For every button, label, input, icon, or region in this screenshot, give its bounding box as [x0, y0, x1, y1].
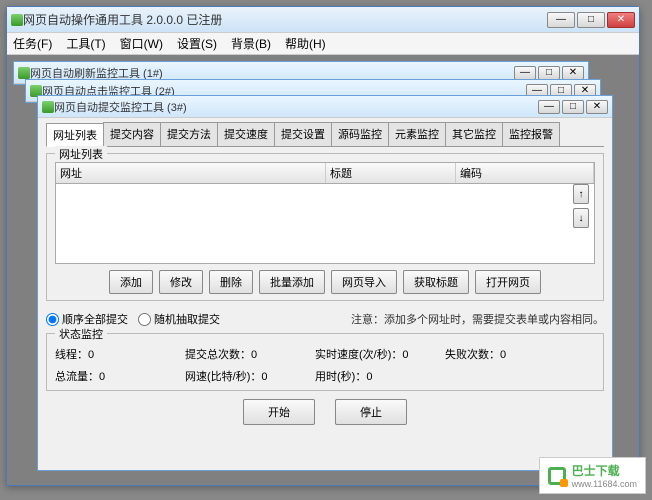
batch-add-button[interactable]: 批量添加 [259, 270, 325, 294]
radio-sequential-label: 顺序全部提交 [62, 311, 128, 327]
col-enc[interactable]: 编码 [456, 163, 594, 183]
menu-window[interactable]: 窗口(W) [120, 35, 163, 52]
status-group-title: 状态监控 [55, 326, 107, 342]
total-value: 0 [251, 349, 257, 361]
start-button[interactable]: 开始 [243, 399, 315, 425]
delete-button[interactable]: 删除 [209, 270, 253, 294]
child1-close[interactable]: ✕ [562, 66, 584, 80]
watermark: 巴士下载 www.11684.com [539, 457, 646, 494]
menu-task[interactable]: 任务(F) [13, 35, 52, 52]
tab-method[interactable]: 提交方法 [160, 122, 218, 146]
speed-label: 实时速度(次/秒)： [315, 349, 402, 361]
get-title-button[interactable]: 获取标题 [403, 270, 469, 294]
radio-random[interactable]: 随机抽取提交 [138, 311, 220, 327]
mdi-area: 网页自动刷新监控工具 (1#) — □ ✕ 网页自动点击监控工具 (2#) — … [7, 55, 639, 485]
main-window: 网页自动操作通用工具 2.0.0.0 已注册 — □ ✕ 任务(F) 工具(T)… [6, 6, 640, 486]
menu-background[interactable]: 背景(B) [231, 35, 271, 52]
open-url-button[interactable]: 打开网页 [475, 270, 541, 294]
edit-button[interactable]: 修改 [159, 270, 203, 294]
traffic-value: 0 [99, 371, 105, 383]
child3-minimize[interactable]: — [538, 100, 560, 114]
url-list-group-title: 网址列表 [55, 146, 107, 162]
minimize-button[interactable]: — [547, 12, 575, 28]
move-down-button[interactable]: ↓ [573, 208, 589, 228]
close-button[interactable]: ✕ [607, 12, 635, 28]
fail-value: 0 [500, 349, 506, 361]
stop-button[interactable]: 停止 [335, 399, 407, 425]
child3-maximize[interactable]: □ [562, 100, 584, 114]
main-title: 网页自动操作通用工具 2.0.0.0 已注册 [23, 11, 547, 28]
status-group: 状态监控 线程：0 提交总次数：0 实时速度(次/秒)：0 失败次数：0 总流量… [46, 333, 604, 391]
list-header: 网址 标题 编码 [55, 162, 595, 184]
child1-minimize[interactable]: — [514, 66, 536, 80]
tab-alarm[interactable]: 监控报警 [502, 122, 560, 146]
threads-value: 0 [88, 349, 94, 361]
watermark-brand: 巴士下载 [572, 462, 637, 479]
net-value: 0 [261, 371, 267, 383]
url-list-group: 网址列表 网址 标题 编码 ↑ ↓ 添加 修改 [46, 153, 604, 301]
app-icon [11, 14, 23, 26]
child1-icon [18, 67, 30, 79]
child3-icon [42, 101, 54, 113]
net-label: 网速(比特/秒)： [185, 371, 261, 383]
add-button[interactable]: 添加 [109, 270, 153, 294]
radio-sequential[interactable]: 顺序全部提交 [46, 311, 128, 327]
watermark-icon [548, 467, 566, 485]
menu-help[interactable]: 帮助(H) [285, 35, 326, 52]
child1-maximize[interactable]: □ [538, 66, 560, 80]
radio-random-input[interactable] [138, 313, 151, 326]
tab-speed[interactable]: 提交速度 [217, 122, 275, 146]
tab-content[interactable]: 提交内容 [103, 122, 161, 146]
threads-label: 线程： [55, 349, 88, 361]
tab-other[interactable]: 其它监控 [445, 122, 503, 146]
menu-settings[interactable]: 设置(S) [177, 35, 217, 52]
tab-source[interactable]: 源码监控 [331, 122, 389, 146]
total-label: 提交总次数： [185, 349, 251, 361]
child3-close[interactable]: ✕ [586, 100, 608, 114]
menu-tool[interactable]: 工具(T) [66, 35, 105, 52]
watermark-url: www.11684.com [572, 479, 637, 489]
submit-mode-row: 顺序全部提交 随机抽取提交 注意：添加多个网址时，需要提交表单或内容相同。 [46, 311, 604, 327]
menubar: 任务(F) 工具(T) 窗口(W) 设置(S) 背景(B) 帮助(H) [7, 33, 639, 55]
time-value: 0 [366, 371, 372, 383]
note-text: 注意：添加多个网址时，需要提交表单或内容相同。 [351, 311, 604, 327]
col-url[interactable]: 网址 [56, 163, 326, 183]
child3-titlebar[interactable]: 网页自动提交监控工具 (3#) — □ ✕ [38, 96, 612, 118]
radio-random-label: 随机抽取提交 [154, 311, 220, 327]
tab-settings[interactable]: 提交设置 [274, 122, 332, 146]
speed-value: 0 [402, 349, 408, 361]
import-button[interactable]: 网页导入 [331, 270, 397, 294]
tab-bar: 网址列表 提交内容 提交方法 提交速度 提交设置 源码监控 元素监控 其它监控 … [46, 122, 604, 147]
tab-element[interactable]: 元素监控 [388, 122, 446, 146]
list-body[interactable] [55, 184, 595, 264]
move-up-button[interactable]: ↑ [573, 184, 589, 204]
col-title[interactable]: 标题 [326, 163, 456, 183]
time-label: 用时(秒)： [315, 371, 366, 383]
maximize-button[interactable]: □ [577, 12, 605, 28]
child-window-3: 网页自动提交监控工具 (3#) — □ ✕ 网址列表 提交内容 提交方法 提交速… [37, 95, 613, 471]
tab-urllist[interactable]: 网址列表 [46, 123, 104, 147]
traffic-label: 总流量： [55, 371, 99, 383]
child3-title: 网页自动提交监控工具 (3#) [54, 99, 538, 115]
fail-label: 失败次数： [445, 349, 500, 361]
radio-sequential-input[interactable] [46, 313, 59, 326]
main-titlebar[interactable]: 网页自动操作通用工具 2.0.0.0 已注册 — □ ✕ [7, 7, 639, 33]
